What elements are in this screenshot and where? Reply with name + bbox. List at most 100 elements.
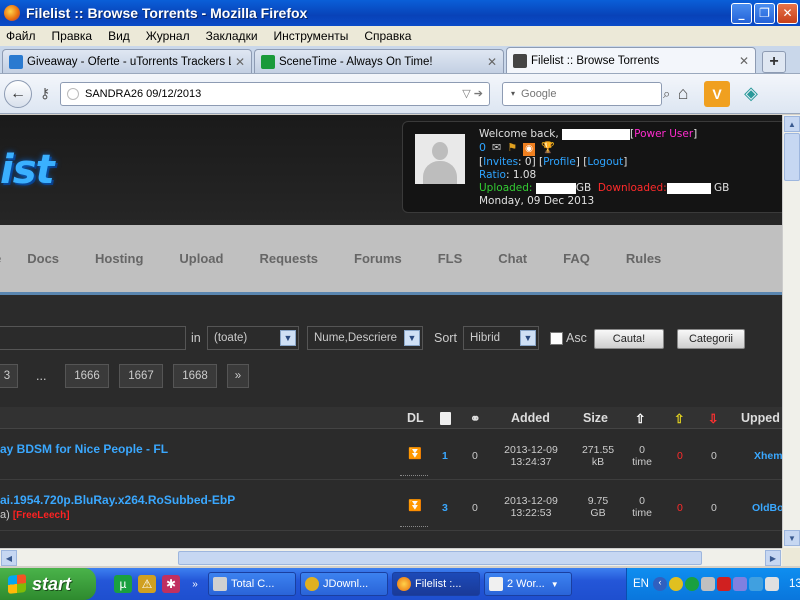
home-icon[interactable]: ⌂ — [670, 81, 696, 107]
tab-giveaway[interactable]: Giveaway - Oferte - uTorrents Trackers L… — [2, 49, 252, 73]
minimize-button[interactable]: _ — [731, 2, 752, 24]
tray-app-icon[interactable] — [748, 577, 763, 591]
scroll-thumb[interactable] — [178, 551, 702, 565]
download-icon[interactable]: ⏬ — [408, 447, 422, 460]
seeders-count[interactable]: 0 — [677, 502, 683, 514]
menu-forums[interactable]: Forums — [354, 251, 402, 266]
close-button[interactable]: ✕ — [777, 2, 798, 24]
page-link[interactable]: 3 — [0, 364, 18, 388]
menu-view[interactable]: Вид — [108, 29, 130, 43]
tab-close-icon[interactable]: ✕ — [739, 54, 749, 68]
leechers-arrow-icon[interactable]: ⇩ — [708, 411, 718, 426]
scroll-right-icon[interactable]: ▶ — [765, 550, 781, 566]
menu-docs[interactable]: Docs — [27, 251, 59, 266]
site-identity-icon[interactable] — [67, 87, 79, 100]
menu-edit[interactable]: Правка — [52, 29, 93, 43]
app-quicklaunch-icon[interactable]: ⚠ — [138, 575, 156, 593]
page-link[interactable]: 1666 — [65, 364, 109, 388]
tray-network-icon[interactable] — [700, 577, 715, 591]
menu-file[interactable]: Файл — [6, 29, 36, 43]
chevron-down-icon[interactable]: ▼ — [520, 330, 536, 346]
tab-filelist[interactable]: Filelist :: Browse Torrents ✕ — [506, 47, 756, 73]
menu-history[interactable]: Журнал — [146, 29, 190, 43]
search-button[interactable]: Cauta! — [594, 329, 664, 349]
files-icon[interactable] — [440, 412, 451, 425]
tray-expand-icon[interactable]: ‹ — [652, 577, 667, 591]
url-dropdown-icon[interactable]: ▽ ➔ — [462, 87, 483, 100]
tray-app-icon[interactable] — [668, 577, 683, 591]
vuze-icon[interactable]: V — [704, 80, 730, 107]
menu-rules[interactable]: Rules — [626, 251, 661, 266]
categories-button[interactable]: Categorii — [677, 329, 745, 349]
key-icon[interactable]: ⚷ — [34, 85, 56, 102]
search-bar[interactable]: ▾ ⌕ — [502, 81, 670, 106]
chevron-right-icon[interactable]: » — [186, 575, 204, 593]
page-link[interactable]: 1668 — [173, 364, 217, 388]
menu-faq[interactable]: FAQ — [563, 251, 590, 266]
sort-select[interactable]: Hibrid ▼ — [463, 326, 539, 350]
language-indicator[interactable]: EN — [633, 578, 649, 590]
menu-bookmarks[interactable]: Закладки — [206, 29, 258, 43]
uploader-link[interactable]: OldBo — [752, 502, 782, 514]
torrent-name-link[interactable]: ay BDSM for Nice People - FL — [0, 442, 168, 456]
uploader-link[interactable]: Xhem — [754, 450, 782, 462]
tray-volume-icon[interactable] — [764, 577, 779, 591]
header-added[interactable]: Added — [511, 411, 550, 425]
comments-icon[interactable]: ⚭ — [470, 411, 480, 426]
menu-help[interactable]: Справка — [364, 29, 411, 43]
chevron-down-icon[interactable]: ▼ — [404, 330, 420, 346]
menu-hosting[interactable]: Hosting — [95, 251, 143, 266]
message-count[interactable]: 0 — [479, 141, 486, 154]
tray-utorrent-icon[interactable] — [684, 577, 699, 591]
invites-link[interactable]: Invites — [483, 156, 518, 168]
header-dl[interactable]: DL — [407, 411, 424, 425]
mail-icon[interactable]: ✉ — [492, 141, 501, 154]
search-input[interactable] — [521, 87, 664, 100]
field-select[interactable]: Nume,Descriere ▼ — [307, 326, 423, 350]
url-input[interactable] — [85, 87, 463, 100]
trophy-icon[interactable]: 🏆 — [541, 141, 555, 154]
avatar[interactable] — [415, 134, 465, 184]
task-jdownloader[interactable]: JDownl... — [300, 572, 388, 596]
gifts-icon[interactable]: ⚑ — [507, 141, 517, 154]
clock[interactable]: 13:28 — [789, 578, 800, 590]
utorrent-icon[interactable]: µ — [114, 575, 132, 593]
site-logo[interactable]: ist — [0, 147, 55, 193]
torrent-name-link[interactable]: ai.1954.720p.BluRay.x264.RoSubbed-EbP — [0, 493, 235, 507]
files-count-link[interactable]: 3 — [442, 502, 448, 514]
menu-tools[interactable]: Инструменты — [274, 29, 349, 43]
comments-count[interactable]: 0 — [472, 502, 478, 514]
horizontal-scrollbar[interactable]: ◀ ▶ — [0, 548, 782, 566]
leechers-count[interactable]: 0 — [711, 502, 717, 514]
new-tab-button[interactable]: + — [762, 51, 786, 73]
task-word[interactable]: 2 Wor... ▼ — [484, 572, 572, 596]
scroll-left-icon[interactable]: ◀ — [1, 550, 17, 566]
leechers-count[interactable]: 0 — [711, 450, 717, 462]
addon-diamond-icon[interactable]: ◈ — [738, 81, 764, 107]
snatched-arrow-icon[interactable]: ⇧ — [635, 411, 645, 426]
tab-close-icon[interactable]: ✕ — [487, 55, 497, 69]
scroll-down-icon[interactable]: ▼ — [784, 530, 800, 546]
asc-checkbox[interactable] — [550, 332, 563, 345]
scroll-thumb[interactable] — [784, 133, 800, 181]
rss-icon[interactable]: ◉ — [523, 143, 535, 156]
task-firefox[interactable]: Filelist :... — [392, 572, 480, 596]
chevron-down-icon[interactable]: ▾ — [511, 89, 515, 98]
tray-shield-icon[interactable] — [716, 577, 731, 591]
menu-requests[interactable]: Requests — [259, 251, 318, 266]
download-icon[interactable]: ⏬ — [408, 499, 422, 512]
menu-fls[interactable]: FLS — [438, 251, 463, 266]
tray-monitor-icon[interactable] — [732, 577, 747, 591]
torrent-search-input[interactable] — [0, 326, 186, 350]
seeders-arrow-icon[interactable]: ⇧ — [674, 411, 684, 426]
task-total-commander[interactable]: Total C... — [208, 572, 296, 596]
back-button[interactable]: ← — [4, 79, 32, 108]
chevron-down-icon[interactable]: ▼ — [280, 330, 296, 346]
start-button[interactable]: start — [0, 568, 96, 600]
app-quicklaunch-icon[interactable]: ✱ — [162, 575, 180, 593]
logout-link[interactable]: Logout — [587, 156, 623, 168]
header-upped[interactable]: Upped — [741, 411, 780, 425]
profile-link[interactable]: Profile — [543, 156, 576, 168]
header-size[interactable]: Size — [583, 411, 608, 425]
menu-home-partial[interactable]: e — [0, 251, 1, 266]
